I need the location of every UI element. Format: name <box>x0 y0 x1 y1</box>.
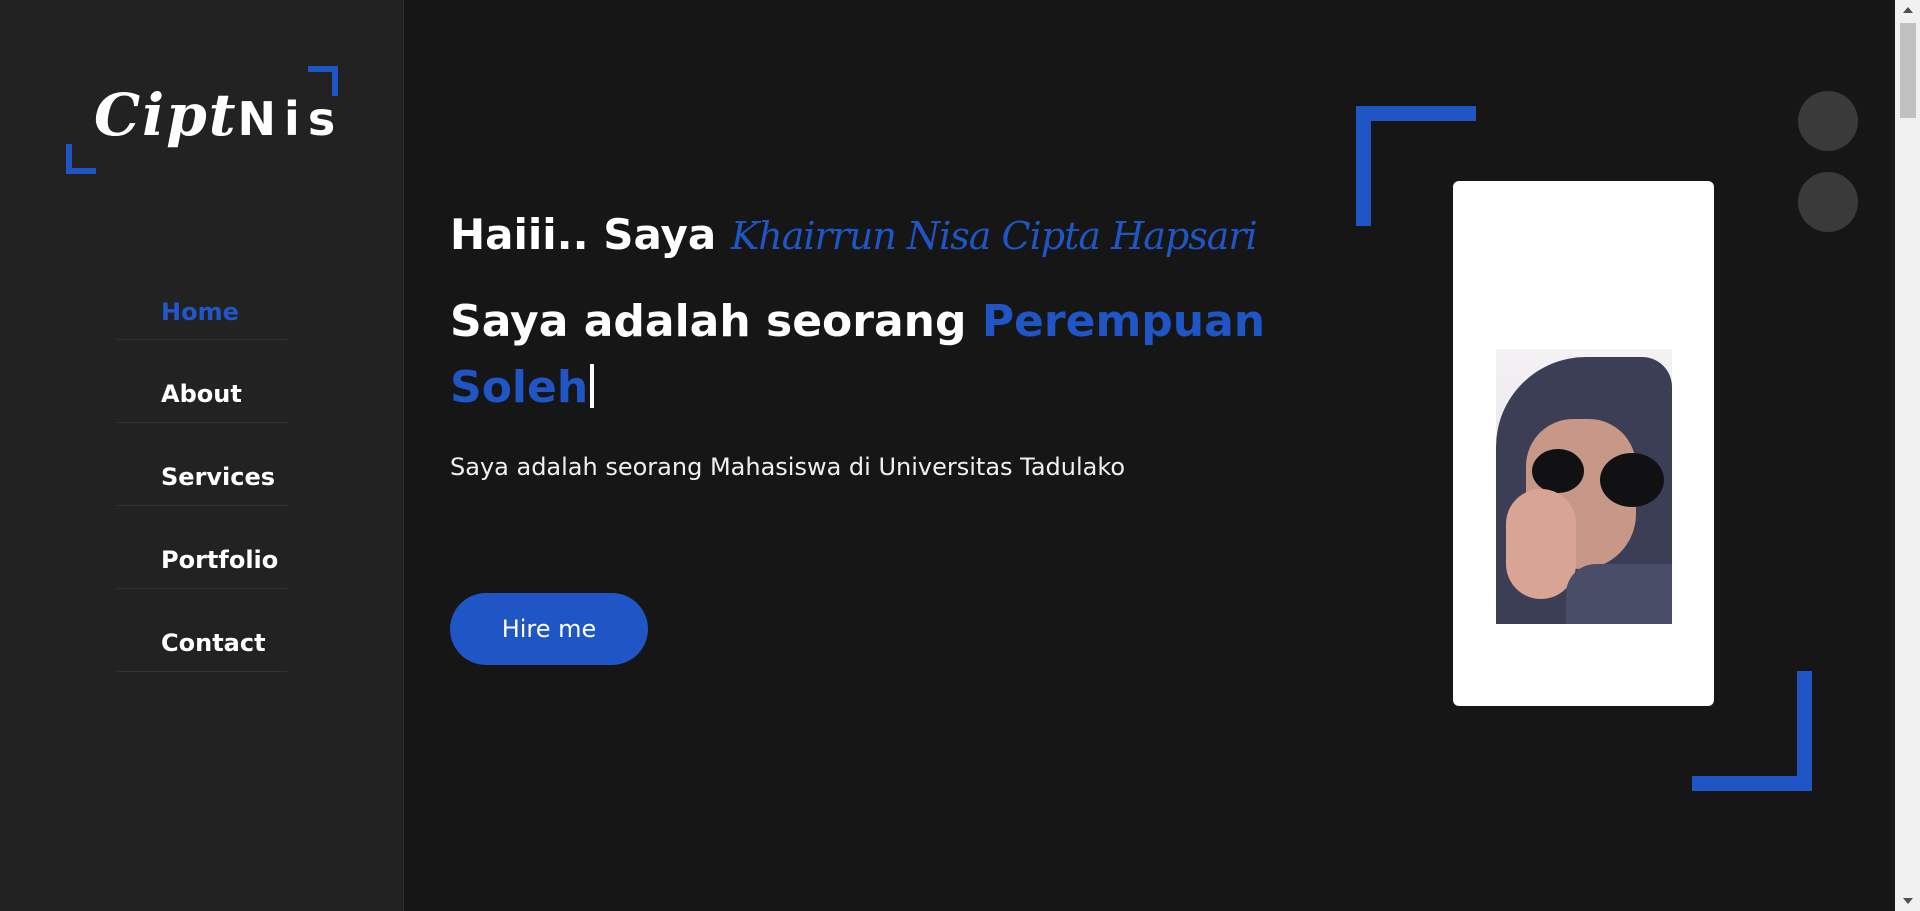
photo-sleeve <box>1566 564 1672 624</box>
photo-sunglass-left <box>1532 449 1584 493</box>
photo-sunglass-right <box>1600 453 1664 507</box>
nav-item-about[interactable]: About <box>117 340 287 423</box>
hero-section: Haiii.. Saya Khairrun Nisa Cipta Hapsari… <box>450 200 1350 665</box>
photo-card <box>1453 181 1714 706</box>
typing-caret <box>590 364 595 408</box>
profile-photo <box>1496 349 1672 624</box>
hero-headline: Saya adalah seorang Perempuan Soleh <box>450 289 1270 421</box>
greeting-text: Haiii.. Saya <box>450 210 717 259</box>
headline-prefix: Saya adalah seorang <box>450 296 967 347</box>
vertical-scrollbar[interactable] <box>1895 0 1920 911</box>
theme-dot-1[interactable] <box>1798 91 1858 151</box>
logo-corner-bottom-left <box>66 144 96 174</box>
scroll-down-icon[interactable] <box>1903 898 1913 904</box>
scroll-up-icon[interactable] <box>1903 7 1913 13</box>
hero-greeting: Haiii.. Saya Khairrun Nisa Cipta Hapsari <box>450 200 1350 271</box>
sidebar: CiptNis Home About Services Portfolio Co… <box>0 0 404 911</box>
nav-item-services[interactable]: Services <box>117 423 287 506</box>
logo-script-part: Cipt <box>94 81 238 149</box>
nav-item-contact[interactable]: Contact <box>117 589 287 672</box>
sidebar-nav: Home About Services Portfolio Contact <box>117 288 287 672</box>
hero-description: Saya adalah seorang Mahasiswa di Univers… <box>450 453 1126 481</box>
hero-name: Khairrun Nisa Cipta Hapsari <box>730 214 1258 258</box>
nav-item-home[interactable]: Home <box>117 288 287 340</box>
theme-dot-2[interactable] <box>1798 172 1858 232</box>
scroll-thumb[interactable] <box>1900 23 1916 118</box>
logo[interactable]: CiptNis <box>66 66 338 174</box>
nav-item-portfolio[interactable]: Portfolio <box>117 506 287 589</box>
photo-hand <box>1506 489 1576 599</box>
logo-bold-part: Nis <box>237 92 344 146</box>
page: CiptNis Home About Services Portfolio Co… <box>0 0 1920 911</box>
hire-me-button[interactable]: Hire me <box>450 593 648 665</box>
logo-text: CiptNis <box>94 80 343 154</box>
